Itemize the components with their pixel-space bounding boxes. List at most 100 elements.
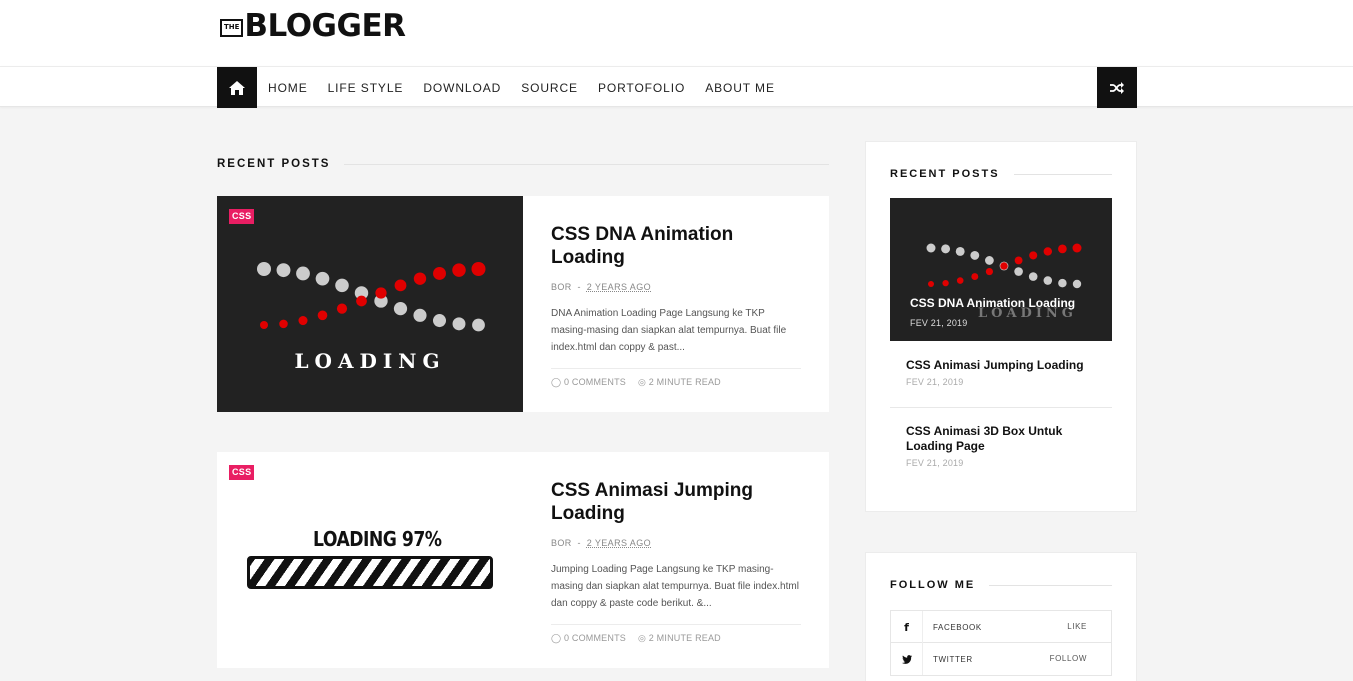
dna-dot-grey bbox=[432, 314, 447, 328]
dna-dot-red bbox=[394, 279, 407, 292]
sidebar-post-item[interactable]: CSS Animasi 3D Box Untuk Loading Page FE… bbox=[890, 424, 1112, 468]
shuffle-icon bbox=[1110, 81, 1124, 94]
dna-dot-red bbox=[985, 267, 993, 276]
featured-post-date: FEV 21, 2019 bbox=[910, 318, 968, 328]
post-footer: ◯ 0 COMMENTS ◎ 2 MINUTE READ bbox=[551, 368, 801, 388]
category-badge[interactable]: CSS bbox=[229, 209, 255, 224]
dna-dot-red bbox=[279, 319, 288, 329]
nav-item-download[interactable]: DOWNLOAD bbox=[413, 81, 511, 95]
post-meta: BOR - 2 YEARS AGO bbox=[551, 538, 801, 548]
dna-dot-grey bbox=[1058, 278, 1067, 288]
dna-dot-grey bbox=[1072, 279, 1082, 289]
dna-dot-red bbox=[1000, 262, 1008, 270]
dna-dot-grey bbox=[1043, 276, 1053, 285]
main-nav: HOME LIFE STYLE DOWNLOAD SOURCE PORTOFOL… bbox=[0, 66, 1353, 108]
dna-dot-red bbox=[1014, 256, 1023, 265]
nav-item-about-me[interactable]: ABOUT ME bbox=[695, 81, 785, 95]
facebook-icon: f bbox=[891, 611, 923, 643]
heading-divider bbox=[344, 163, 829, 165]
dna-dot-grey bbox=[970, 251, 980, 260]
comments-count: 0 COMMENTS bbox=[563, 633, 626, 643]
post-excerpt: Jumping Loading Page Langsung ke TKP mas… bbox=[551, 564, 799, 609]
dna-dot-grey bbox=[1014, 267, 1023, 276]
nav-item-home[interactable]: HOME bbox=[258, 81, 318, 95]
dna-dot-grey bbox=[296, 266, 310, 281]
read-time-text: 2 MINUTE READ bbox=[648, 377, 721, 387]
nav-item-life-style[interactable]: LIFE STYLE bbox=[318, 81, 414, 95]
post-thumbnail[interactable]: LOADING CSS bbox=[217, 196, 523, 412]
thumbnail-loading-text: LOADING 97% bbox=[313, 527, 442, 551]
twitter-icon bbox=[891, 643, 923, 675]
widget-title: FOLLOW ME bbox=[890, 579, 976, 591]
read-time: ◎ 2 MINUTE READ bbox=[638, 377, 721, 388]
logo-text: BLOGGER bbox=[244, 8, 406, 44]
dna-dot-red bbox=[413, 272, 427, 285]
comment-icon: ◯ bbox=[551, 377, 562, 387]
nav-item-portofolio[interactable]: PORTOFOLIO bbox=[588, 81, 695, 95]
social-name: FACEBOOK bbox=[933, 623, 982, 632]
social-name: TWITTER bbox=[933, 655, 973, 664]
featured-post-title[interactable]: CSS DNA Animation Loading bbox=[910, 296, 1075, 310]
post-card: LOADING 97% CSS CSS Animasi Jumping Load… bbox=[217, 452, 829, 668]
post-date: 2 YEARS AGO bbox=[586, 538, 651, 548]
post-author[interactable]: BOR bbox=[551, 282, 572, 292]
recent-posts-widget: RECENT POSTS LOADING CSS DNA Animation L… bbox=[865, 141, 1137, 512]
post-thumbnail[interactable]: LOADING 97% CSS bbox=[217, 452, 523, 668]
home-icon bbox=[229, 80, 245, 95]
dna-dot-grey bbox=[941, 244, 951, 254]
dna-dot-grey bbox=[1028, 272, 1038, 281]
comments-link[interactable]: ◯ 0 COMMENTS bbox=[551, 377, 626, 388]
social-row-twitter[interactable]: TWITTER FOLLOW bbox=[890, 643, 1112, 676]
post-card: LOADING CSS CSS DNA Animation Loading BO… bbox=[217, 196, 829, 412]
comments-count: 0 COMMENTS bbox=[563, 377, 626, 387]
dna-dot-grey bbox=[393, 302, 408, 316]
dna-dot-grey bbox=[335, 278, 349, 293]
dna-dot-grey bbox=[926, 243, 936, 253]
dna-dot-grey bbox=[955, 246, 965, 256]
featured-post[interactable]: LOADING CSS DNA Animation Loading FEV 21… bbox=[890, 198, 1112, 341]
nav-item-source[interactable]: SOURCE bbox=[511, 81, 588, 95]
dna-dot-grey bbox=[472, 318, 485, 332]
post-title[interactable]: CSS Animasi Jumping Loading bbox=[551, 479, 801, 525]
meta-separator: - bbox=[577, 538, 581, 548]
home-button[interactable] bbox=[217, 67, 257, 108]
random-post-button[interactable] bbox=[1097, 67, 1137, 108]
dna-dot-red bbox=[260, 321, 268, 329]
read-time: ◎ 2 MINUTE READ bbox=[638, 633, 721, 644]
dna-dot-red bbox=[356, 295, 367, 307]
logo-small-text: THE bbox=[220, 18, 244, 37]
social-action[interactable]: FOLLOW bbox=[1050, 654, 1087, 663]
dna-dot-grey bbox=[452, 317, 466, 331]
sidebar-post-item[interactable]: CSS Animasi Jumping Loading FEV 21, 2019 bbox=[890, 358, 1112, 387]
widget-title: RECENT POSTS bbox=[890, 168, 1000, 180]
clock-icon: ◎ bbox=[638, 633, 647, 643]
dna-dot-grey bbox=[315, 271, 330, 286]
post-excerpt: DNA Animation Loading Page Langsung ke T… bbox=[551, 308, 787, 353]
dna-dot-red bbox=[971, 273, 979, 281]
sidebar-post-title[interactable]: CSS Animasi Jumping Loading bbox=[906, 358, 1112, 373]
dna-dot-red bbox=[336, 303, 348, 314]
dna-dot-red bbox=[471, 262, 486, 276]
dna-loading-graphic bbox=[257, 262, 486, 332]
dna-dot-grey bbox=[413, 308, 427, 322]
dna-dot-red bbox=[452, 263, 466, 277]
social-action[interactable]: LIKE bbox=[1067, 622, 1087, 631]
sidebar-post-date: FEV 21, 2019 bbox=[906, 458, 964, 468]
follow-me-widget: FOLLOW ME f FACEBOOK LIKE TWITTER FOLLOW bbox=[865, 552, 1137, 681]
post-author[interactable]: BOR bbox=[551, 538, 572, 548]
category-badge[interactable]: CSS bbox=[229, 465, 255, 480]
dna-dot-red bbox=[433, 266, 446, 280]
dna-dot-grey bbox=[276, 263, 291, 278]
thumbnail-loading-text: LOADING bbox=[294, 349, 446, 373]
comments-link[interactable]: ◯ 0 COMMENTS bbox=[551, 633, 626, 644]
dna-dot-red bbox=[1072, 243, 1082, 253]
social-row-facebook[interactable]: f FACEBOOK LIKE bbox=[890, 610, 1112, 643]
dna-dot-red bbox=[1043, 247, 1052, 256]
heading-divider bbox=[989, 584, 1112, 586]
dna-dot-red bbox=[298, 316, 308, 326]
sidebar-post-title[interactable]: CSS Animasi 3D Box Untuk Loading Page bbox=[906, 424, 1112, 454]
striped-progress-bar bbox=[247, 556, 493, 589]
post-title[interactable]: CSS DNA Animation Loading bbox=[551, 223, 801, 269]
post-date: 2 YEARS AGO bbox=[586, 282, 651, 292]
site-logo[interactable]: THE BLOGGER bbox=[220, 8, 406, 44]
